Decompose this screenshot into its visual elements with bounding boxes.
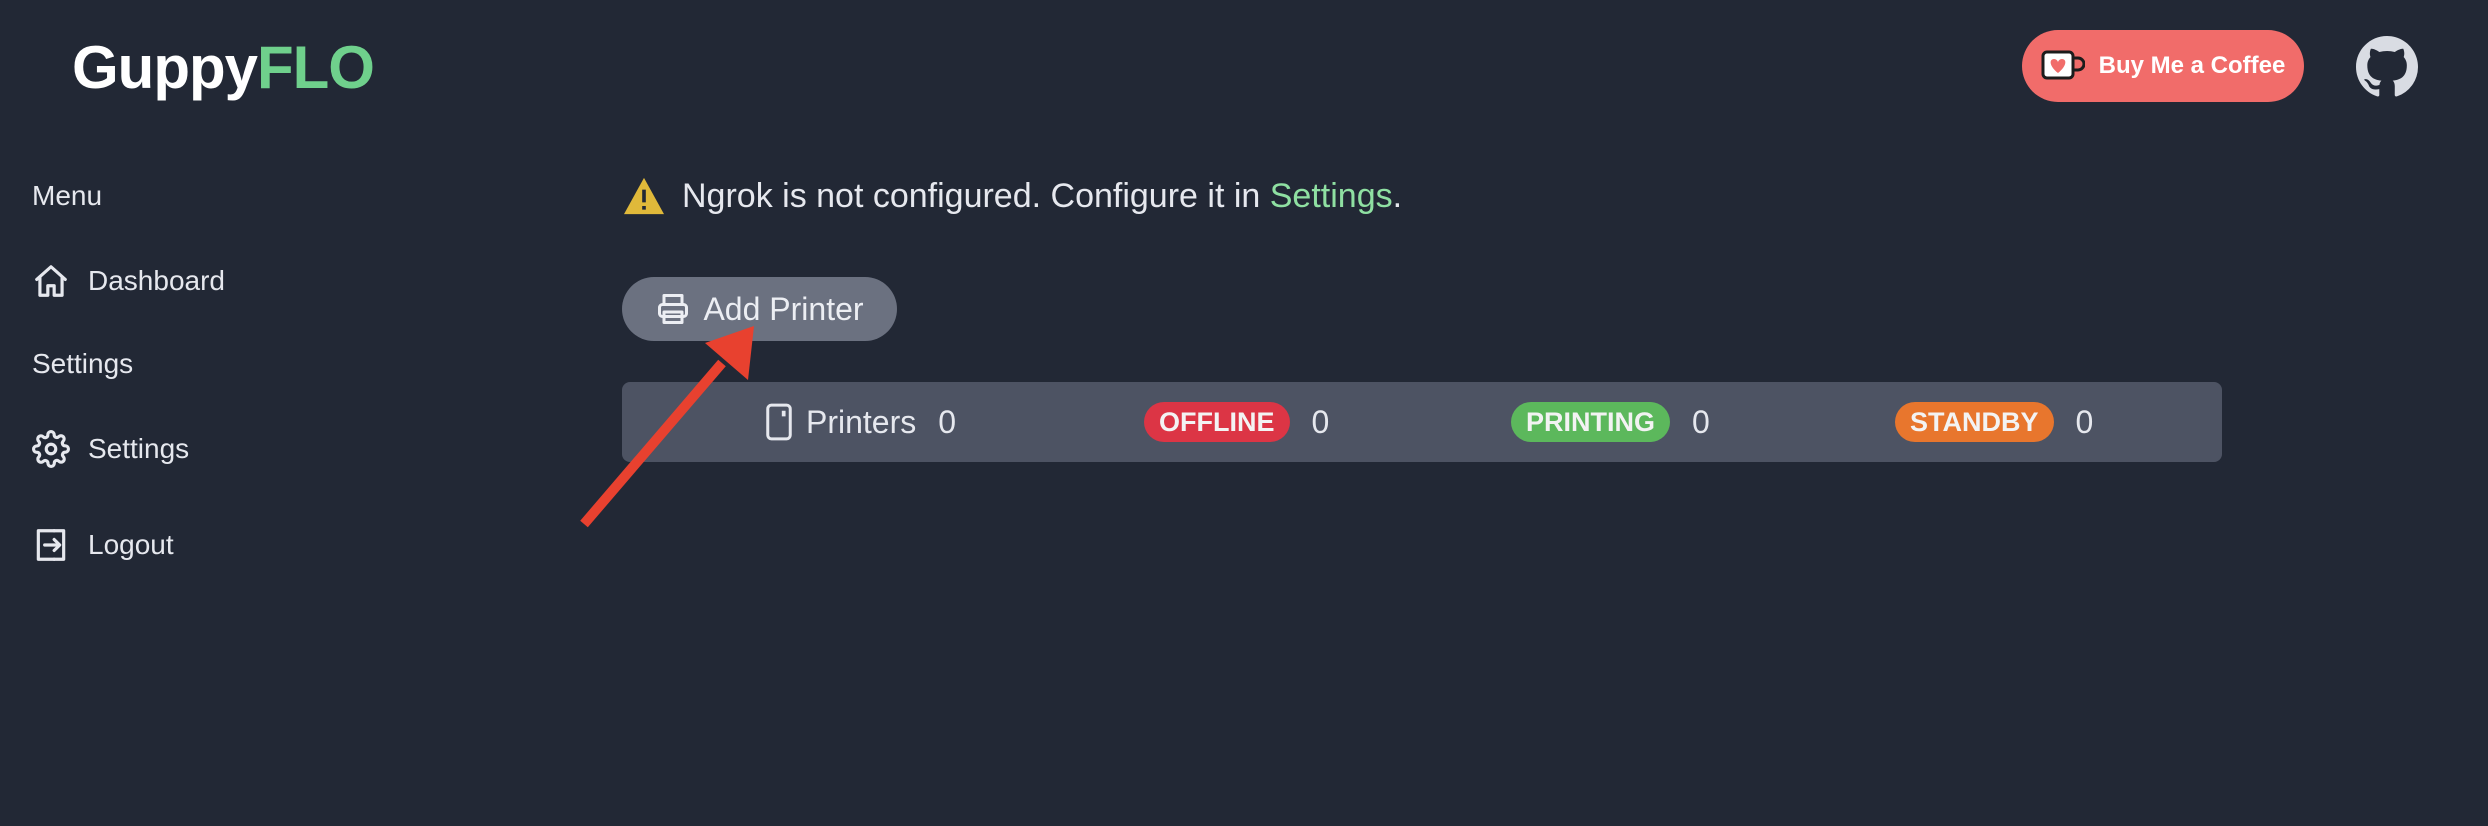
sidebar-item-label: Dashboard: [88, 265, 225, 296]
standby-badge: STANDBY: [1895, 402, 2054, 442]
page: GuppyFLO Buy Me a Coffee Menu Dashboard …: [0, 0, 2488, 826]
github-icon[interactable]: [2356, 36, 2418, 98]
warning-suffix: .: [1392, 176, 1403, 215]
gear-icon: [32, 430, 70, 468]
printing-badge: PRINTING: [1511, 402, 1671, 442]
sidebar-item-label: Settings: [88, 433, 190, 464]
sidebar-item-settings[interactable]: Settings: [32, 430, 189, 468]
stat-printers-count: 0: [938, 403, 957, 440]
sidebar-item-label: Logout: [88, 529, 174, 560]
printer-icon: [655, 291, 691, 327]
offline-badge: OFFLINE: [1144, 402, 1290, 442]
home-icon: [32, 262, 70, 300]
warning-settings-link[interactable]: Settings: [1270, 177, 1393, 215]
warning-icon: [622, 176, 666, 216]
sidebar: Menu Dashboard Settings Settings Logout: [0, 0, 420, 826]
stat-standby: STANDBY 0: [1895, 382, 2093, 462]
printer-stats-bar: Printers 0 OFFLINE 0 PRINTING 0 STANDBY …: [622, 382, 2222, 462]
add-printer-button[interactable]: Add Printer: [622, 277, 897, 341]
stat-offline: OFFLINE 0: [1144, 382, 1329, 462]
sidebar-heading-settings: Settings: [32, 348, 134, 379]
sidebar-item-dashboard[interactable]: Dashboard: [32, 262, 225, 300]
add-printer-label: Add Printer: [703, 290, 864, 327]
printer-device-icon: [764, 403, 794, 441]
stat-printers-label: Printers: [806, 403, 917, 440]
ngrok-warning: Ngrok is not configured. Configure it in…: [622, 176, 1402, 216]
sidebar-heading-menu: Menu: [32, 180, 103, 211]
coffee-cup-icon: [2041, 49, 2085, 83]
buy-me-a-coffee-button[interactable]: Buy Me a Coffee: [2022, 30, 2304, 102]
stat-printing-count: 0: [1692, 403, 1710, 440]
stat-standby-count: 0: [2075, 403, 2094, 440]
buy-me-a-coffee-label: Buy Me a Coffee: [2098, 52, 2286, 79]
stat-printers: Printers 0: [764, 382, 956, 462]
stat-printing: PRINTING 0: [1511, 382, 1710, 462]
sidebar-item-logout[interactable]: Logout: [32, 526, 174, 564]
logout-icon: [32, 526, 70, 564]
stat-offline-count: 0: [1311, 403, 1330, 440]
warning-text: Ngrok is not configured. Configure it in: [682, 176, 1270, 215]
